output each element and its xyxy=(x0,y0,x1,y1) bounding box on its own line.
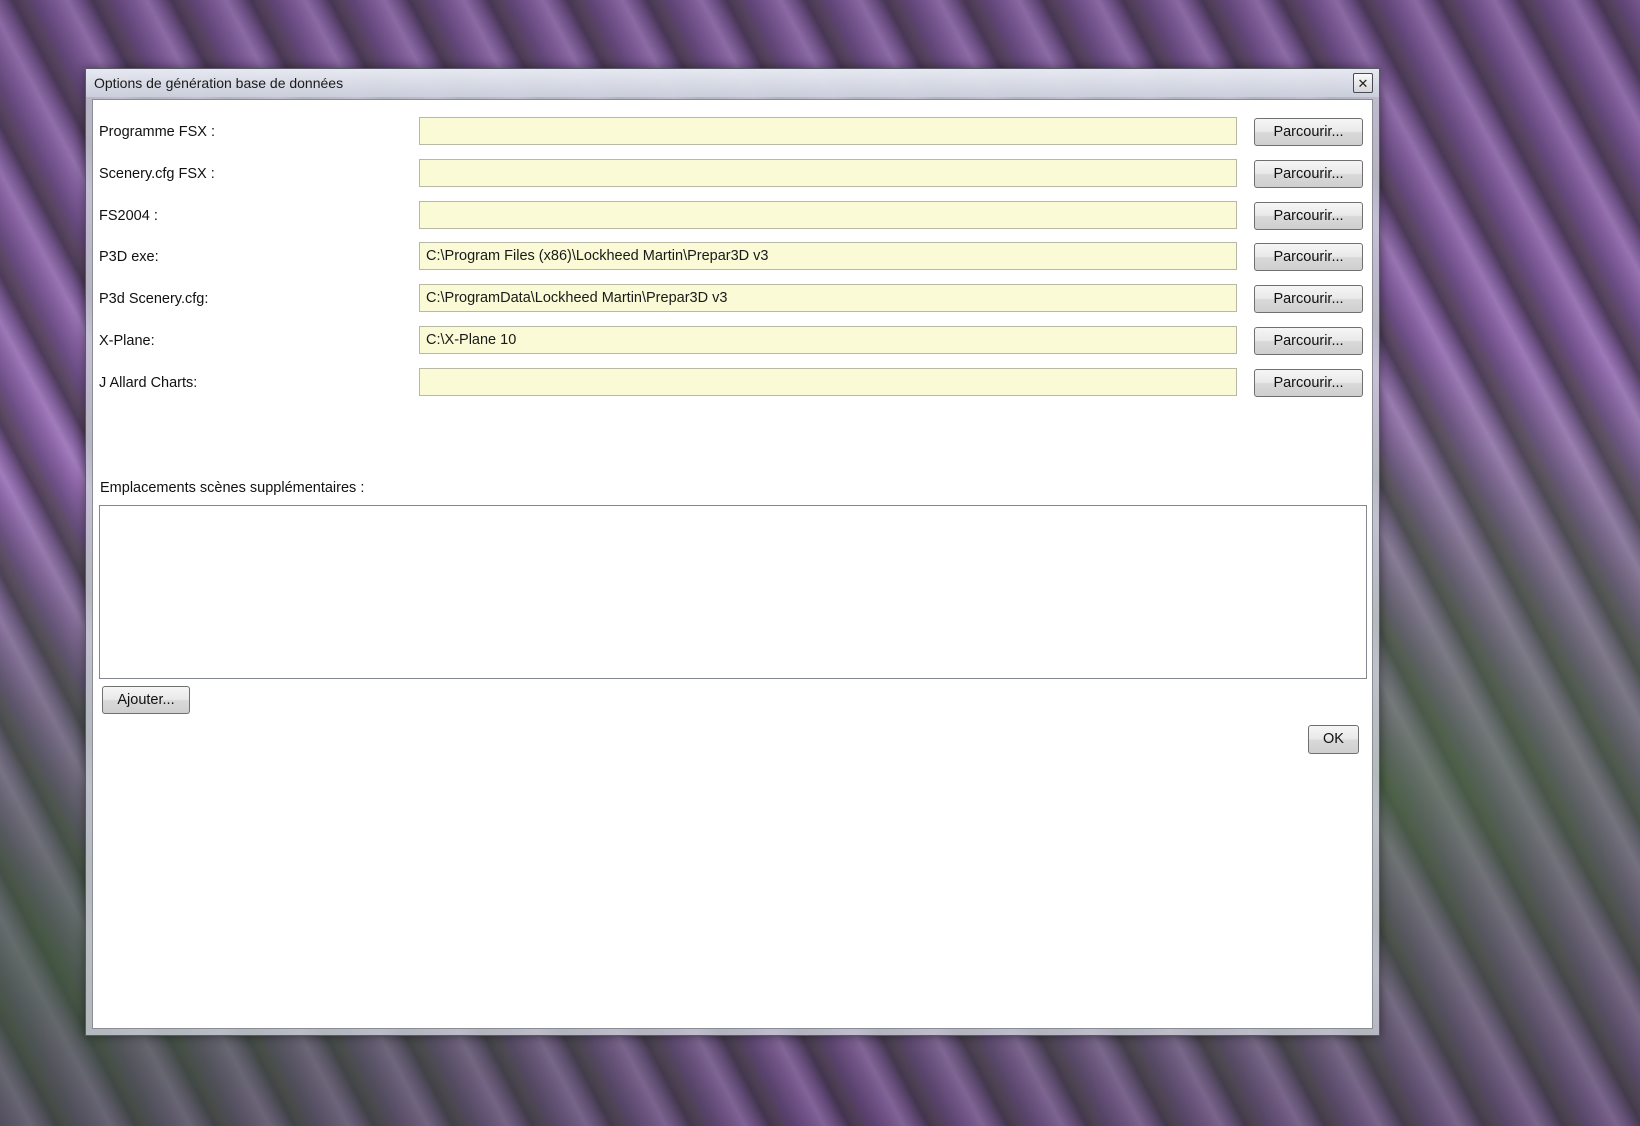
j-allard-charts-field[interactable] xyxy=(419,368,1237,396)
path-row-programme-fsx: Programme FSX : Parcourir... xyxy=(93,115,1372,149)
title-bar[interactable]: Options de génération base de données ✕ xyxy=(86,69,1379,97)
scenery-cfg-fsx-browse-button[interactable]: Parcourir... xyxy=(1254,160,1363,188)
j-allard-charts-browse-button[interactable]: Parcourir... xyxy=(1254,369,1363,397)
extra-scenery-label: Emplacements scènes supplémentaires : xyxy=(100,480,365,496)
x-plane-browse-button[interactable]: Parcourir... xyxy=(1254,327,1363,355)
dialog-content: Programme FSX : Parcourir... Scenery.cfg… xyxy=(92,99,1373,1029)
extra-scenery-list[interactable] xyxy=(99,505,1367,679)
path-row-x-plane: X-Plane: Parcourir... xyxy=(93,324,1372,358)
fs2004-browse-button[interactable]: Parcourir... xyxy=(1254,202,1363,230)
close-icon: ✕ xyxy=(1357,75,1369,91)
path-row-fs2004: FS2004 : Parcourir... xyxy=(93,199,1372,233)
j-allard-charts-label: J Allard Charts: xyxy=(99,375,198,391)
x-plane-label: X-Plane: xyxy=(99,333,155,349)
path-row-j-allard-charts: J Allard Charts: Parcourir... xyxy=(93,366,1372,400)
options-dialog: Options de génération base de données ✕ … xyxy=(85,68,1380,1036)
window-title: Options de génération base de données xyxy=(94,75,344,91)
x-plane-field[interactable] xyxy=(419,326,1237,354)
fs2004-field[interactable] xyxy=(419,201,1237,229)
p3d-exe-field[interactable] xyxy=(419,242,1237,270)
path-row-p3d-exe: P3D exe: Parcourir... xyxy=(93,240,1372,274)
programme-fsx-field[interactable] xyxy=(419,117,1237,145)
p3d-exe-label: P3D exe: xyxy=(99,249,159,265)
p3d-scenery-cfg-browse-button[interactable]: Parcourir... xyxy=(1254,285,1363,313)
p3d-scenery-cfg-field[interactable] xyxy=(419,284,1237,312)
add-scenery-button[interactable]: Ajouter... xyxy=(102,686,190,714)
scenery-cfg-fsx-field[interactable] xyxy=(419,159,1237,187)
scenery-cfg-fsx-label: Scenery.cfg FSX : xyxy=(99,166,215,182)
ok-button[interactable]: OK xyxy=(1308,725,1359,754)
p3d-scenery-cfg-label: P3d Scenery.cfg: xyxy=(99,291,209,307)
fs2004-label: FS2004 : xyxy=(99,208,158,224)
programme-fsx-label: Programme FSX : xyxy=(99,124,216,140)
close-button[interactable]: ✕ xyxy=(1353,73,1373,93)
path-row-scenery-cfg-fsx: Scenery.cfg FSX : Parcourir... xyxy=(93,157,1372,191)
path-row-p3d-scenery-cfg: P3d Scenery.cfg: Parcourir... xyxy=(93,282,1372,316)
programme-fsx-browse-button[interactable]: Parcourir... xyxy=(1254,118,1363,146)
p3d-exe-browse-button[interactable]: Parcourir... xyxy=(1254,243,1363,271)
